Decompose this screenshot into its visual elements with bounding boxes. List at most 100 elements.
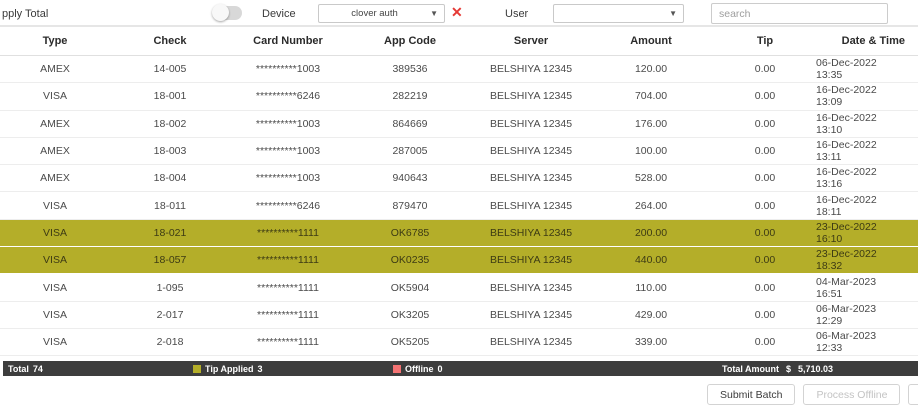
column-header: App Code xyxy=(346,27,474,55)
table-cell: 389536 xyxy=(346,56,474,82)
table-row[interactable]: VISA18-011**********6246879470BELSHIYA 1… xyxy=(0,192,918,219)
table-cell: OK6785 xyxy=(346,220,474,246)
table-row[interactable]: VISA1-095**********1111OK5904BELSHIYA 12… xyxy=(0,274,918,301)
table-cell: BELSHIYA 12345 xyxy=(474,83,588,109)
print-button[interactable]: Print xyxy=(908,384,918,405)
table-cell: 528.00 xyxy=(588,165,714,191)
table-cell: VISA xyxy=(0,247,110,273)
table-cell: 264.00 xyxy=(588,192,714,218)
table-cell: AMEX xyxy=(0,56,110,82)
table-cell: 06-Mar-2023 12:33 xyxy=(816,329,918,355)
table-cell: 1-095 xyxy=(110,274,230,300)
table-cell: OK5205 xyxy=(346,329,474,355)
table-cell: **********1003 xyxy=(230,111,346,137)
table-cell: VISA xyxy=(0,83,110,109)
table-cell: 879470 xyxy=(346,192,474,218)
apply-total-label: pply Total xyxy=(2,8,48,20)
table-row[interactable]: VISA18-057**********1111OK0235BELSHIYA 1… xyxy=(0,247,918,274)
table-row[interactable]: VISA18-021**********1111OK6785BELSHIYA 1… xyxy=(0,220,918,247)
table-cell: OK0235 xyxy=(346,247,474,273)
table-cell: 16-Dec-2022 13:09 xyxy=(816,83,918,109)
table-cell: 864669 xyxy=(346,111,474,137)
submit-batch-label: Submit Batch xyxy=(720,389,782,401)
table-cell: 0.00 xyxy=(714,192,816,218)
apply-total-toggle[interactable] xyxy=(214,6,242,20)
total-count-legend: Total 74 xyxy=(8,364,43,374)
table-cell: 440.00 xyxy=(588,247,714,273)
total-count: 74 xyxy=(33,364,43,374)
table-row[interactable]: AMEX18-004**********1003940643BELSHIYA 1… xyxy=(0,165,918,192)
table-cell: 0.00 xyxy=(714,247,816,273)
table-cell: BELSHIYA 12345 xyxy=(474,192,588,218)
table-cell: OK3205 xyxy=(346,302,474,328)
table-cell: 0.00 xyxy=(714,329,816,355)
table-cell: 0.00 xyxy=(714,165,816,191)
table-row[interactable]: AMEX18-003**********1003287005BELSHIYA 1… xyxy=(0,138,918,165)
table-cell: 04-Mar-2023 16:51 xyxy=(816,274,918,300)
table-row[interactable]: VISA2-017**********1111OK3205BELSHIYA 12… xyxy=(0,302,918,329)
table-cell: 110.00 xyxy=(588,274,714,300)
table-cell: 18-057 xyxy=(110,247,230,273)
table-cell: 18-003 xyxy=(110,138,230,164)
table-cell: BELSHIYA 12345 xyxy=(474,220,588,246)
table-cell: AMEX xyxy=(0,111,110,137)
tip-applied-swatch-icon xyxy=(193,365,201,373)
table-cell: **********1111 xyxy=(230,302,346,328)
table-cell: VISA xyxy=(0,302,110,328)
offline-label: Offline xyxy=(405,364,434,374)
submit-batch-button[interactable]: Submit Batch xyxy=(707,384,795,405)
table-cell: 0.00 xyxy=(714,274,816,300)
currency-symbol: $ xyxy=(786,364,791,374)
table-cell: AMEX xyxy=(0,138,110,164)
table-cell: BELSHIYA 12345 xyxy=(474,56,588,82)
column-header: Date & Time xyxy=(816,27,918,55)
table-header: TypeCheckCard NumberApp CodeServerAmount… xyxy=(0,27,918,56)
table-cell: 16-Dec-2022 13:16 xyxy=(816,165,918,191)
total-amount: Total Amount $ 5,710.03 xyxy=(722,364,833,374)
table-cell: **********1003 xyxy=(230,56,346,82)
offline-count: 0 xyxy=(438,364,443,374)
table-cell: 704.00 xyxy=(588,83,714,109)
total-amount-label: Total Amount xyxy=(722,364,779,374)
total-label: Total xyxy=(8,364,29,374)
table-cell: 2-017 xyxy=(110,302,230,328)
user-label: User xyxy=(505,8,528,20)
table-cell: 14-005 xyxy=(110,56,230,82)
offline-swatch-icon xyxy=(393,365,401,373)
device-selected-value: clover auth xyxy=(319,8,430,19)
table-cell: 120.00 xyxy=(588,56,714,82)
table-cell: **********6246 xyxy=(230,83,346,109)
table-cell: BELSHIYA 12345 xyxy=(474,274,588,300)
column-header: Type xyxy=(0,27,110,55)
table-cell: 0.00 xyxy=(714,83,816,109)
column-header: Server xyxy=(474,27,588,55)
table-cell: 18-002 xyxy=(110,111,230,137)
table-cell: 100.00 xyxy=(588,138,714,164)
clear-device-icon[interactable]: ✕ xyxy=(451,4,463,21)
table-cell: VISA xyxy=(0,329,110,355)
search-input[interactable] xyxy=(711,3,888,24)
table-cell: 339.00 xyxy=(588,329,714,355)
user-select[interactable]: ▼ xyxy=(553,4,684,23)
summary-bar: Total 74 Tip Applied 3 Offline 0 Total A… xyxy=(0,361,918,376)
table-cell: 287005 xyxy=(346,138,474,164)
table-row[interactable]: VISA18-001**********6246282219BELSHIYA 1… xyxy=(0,83,918,110)
table-cell: BELSHIYA 12345 xyxy=(474,302,588,328)
table-cell: OK5904 xyxy=(346,274,474,300)
column-header: Card Number xyxy=(230,27,346,55)
process-offline-button[interactable]: Process Offline xyxy=(803,384,900,405)
process-offline-label: Process Offline xyxy=(816,389,887,401)
action-buttons: Submit Batch Process Offline Print xyxy=(707,384,918,405)
chevron-down-icon: ▼ xyxy=(669,10,683,18)
device-select[interactable]: clover auth ▼ xyxy=(318,4,445,23)
column-header: Amount xyxy=(588,27,714,55)
table-cell: 0.00 xyxy=(714,111,816,137)
table-cell: 16-Dec-2022 18:11 xyxy=(816,192,918,218)
table-row[interactable]: VISA2-018**********1111OK5205BELSHIYA 12… xyxy=(0,329,918,356)
table-cell: AMEX xyxy=(0,165,110,191)
table-cell: BELSHIYA 12345 xyxy=(474,165,588,191)
table-row[interactable]: AMEX18-002**********1003864669BELSHIYA 1… xyxy=(0,111,918,138)
table-cell: 940643 xyxy=(346,165,474,191)
table-row[interactable]: AMEX14-005**********1003389536BELSHIYA 1… xyxy=(0,56,918,83)
column-header: Check xyxy=(110,27,230,55)
